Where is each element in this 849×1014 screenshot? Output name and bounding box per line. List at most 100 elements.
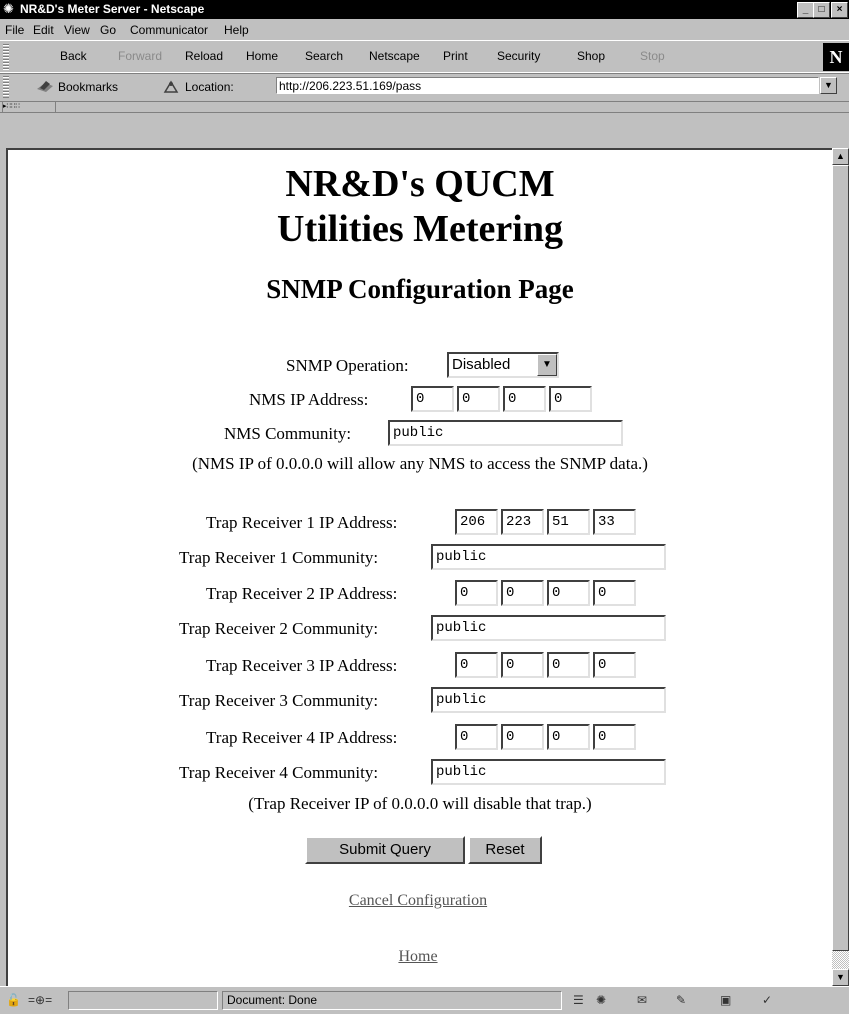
trap1-community-label: Trap Receiver 1 Community: — [179, 548, 379, 567]
trap3-ip-octet-1[interactable] — [455, 652, 498, 678]
trap1-ip-octet-3[interactable] — [547, 509, 590, 535]
trap1-ip-octet-4[interactable] — [593, 509, 636, 535]
composer-icon[interactable]: ▣ — [720, 993, 731, 1007]
minimize-button[interactable]: _ — [797, 2, 814, 18]
trap2-community-field[interactable] — [431, 615, 666, 641]
menu-edit[interactable]: Edit — [33, 23, 54, 37]
trap4-community-label: Trap Receiver 4 Community: — [179, 763, 379, 782]
search-button[interactable]: Search — [305, 49, 343, 63]
close-button[interactable]: × — [831, 2, 848, 18]
stop-button[interactable]: Stop — [640, 49, 665, 63]
trap3-ip-label: Trap Receiver 3 IP Address: — [206, 656, 398, 675]
page-subtitle: SNMP Configuration Page — [266, 274, 574, 304]
discussion-icon[interactable]: ✎ — [676, 993, 686, 1007]
trap2-ip-octet-4[interactable] — [593, 580, 636, 606]
snmp-operation-select[interactable]: Disabled ▼ — [447, 352, 559, 378]
nms-ip-row: NMS IP Address: — [8, 384, 832, 414]
shop-button[interactable]: Shop — [577, 49, 605, 63]
print-button[interactable]: Print — [443, 49, 468, 63]
document-icon[interactable]: ☰ — [573, 993, 584, 1007]
nms-ip-octet-1[interactable] — [411, 386, 454, 412]
trap3-community-field[interactable] — [431, 687, 666, 713]
location-url-field[interactable]: http://206.223.51.169/pass — [276, 77, 819, 94]
forward-button[interactable]: Forward — [118, 49, 162, 63]
snmp-operation-value: Disabled — [452, 356, 511, 373]
cancel-configuration-link[interactable]: Cancel Configuration — [349, 892, 487, 909]
mail-icon[interactable]: ✉ — [637, 993, 647, 1007]
trap-note: (Trap Receiver IP of 0.0.0.0 will disabl… — [248, 794, 592, 813]
security-button[interactable]: Security — [497, 49, 540, 63]
trap2-ip-octet-1[interactable] — [455, 580, 498, 606]
status-text: Document: Done — [222, 991, 562, 1010]
trap1-ip-label: Trap Receiver 1 IP Address: — [206, 513, 398, 532]
trap2-community-row: Trap Receiver 2 Community: — [8, 613, 832, 643]
menu-file[interactable]: File — [5, 23, 24, 37]
trap4-ip-label: Trap Receiver 4 IP Address: — [206, 728, 398, 747]
trap1-ip-octet-1[interactable] — [455, 509, 498, 535]
nms-ip-label: NMS IP Address: — [249, 390, 369, 409]
bookmarks-button[interactable]: Bookmarks — [58, 80, 118, 94]
back-button[interactable]: Back — [60, 49, 87, 63]
trap2-community-label: Trap Receiver 2 Community: — [179, 619, 379, 638]
trap2-ip-octet-3[interactable] — [547, 580, 590, 606]
chevron-down-icon[interactable]: ▼ — [537, 354, 557, 376]
menu-help[interactable]: Help — [224, 23, 249, 37]
trap3-ip-octet-4[interactable] — [593, 652, 636, 678]
location-dropdown-button[interactable]: ▼ — [820, 77, 837, 94]
menu-view[interactable]: View — [64, 23, 90, 37]
title-bar: ✺ NR&D's Meter Server - Netscape _ □ × — [0, 0, 849, 19]
menu-communicator[interactable]: Communicator — [130, 23, 208, 37]
bookmarks-icon[interactable] — [36, 79, 54, 93]
scroll-thumb[interactable] — [832, 165, 849, 951]
submit-query-button[interactable]: Submit Query — [305, 836, 465, 864]
trap3-ip-row: Trap Receiver 3 IP Address: — [8, 650, 832, 680]
location-page-icon[interactable] — [163, 79, 179, 94]
scroll-up-button[interactable]: ▲ — [832, 148, 849, 165]
trap1-ip-row: Trap Receiver 1 IP Address: — [8, 507, 832, 537]
nms-community-row: NMS Community: — [8, 418, 832, 448]
navigation-toolbar: Back Forward Reload Home Search Netscape… — [0, 40, 849, 74]
cancel-configuration-row: Cancel Configuration — [6, 892, 830, 910]
trap4-ip-octet-1[interactable] — [455, 724, 498, 750]
security-lock-icon[interactable]: 🔓 — [6, 993, 21, 1007]
trap1-ip-octet-2[interactable] — [501, 509, 544, 535]
collapsed-toolbar-tab[interactable]: ▸∷∷∷ — [2, 101, 56, 112]
location-grip[interactable] — [3, 76, 9, 98]
nms-ip-octet-3[interactable] — [503, 386, 546, 412]
vertical-scrollbar[interactable]: ▲ ▼ — [832, 148, 849, 986]
trap4-ip-octet-3[interactable] — [547, 724, 590, 750]
page-title-line1: NR&D's QUCM — [285, 163, 555, 205]
netscape-logo-icon[interactable]: N — [823, 43, 849, 71]
maximize-button[interactable]: □ — [813, 2, 830, 18]
netscape-app-icon: ✺ — [3, 1, 14, 16]
nms-ip-octet-2[interactable] — [457, 386, 500, 412]
menu-go[interactable]: Go — [100, 23, 116, 37]
netscape-button[interactable]: Netscape — [369, 49, 420, 63]
navigator-icon[interactable]: ✺ — [596, 993, 606, 1007]
trap3-ip-octet-3[interactable] — [547, 652, 590, 678]
trap2-ip-octet-2[interactable] — [501, 580, 544, 606]
nms-ip-octet-4[interactable] — [549, 386, 592, 412]
snmp-operation-label: SNMP Operation: — [286, 356, 409, 375]
reset-button[interactable]: Reset — [468, 836, 542, 864]
trap4-community-field[interactable] — [431, 759, 666, 785]
progress-bar — [68, 991, 218, 1010]
toolbar-grip[interactable] — [3, 44, 9, 70]
trap3-community-label: Trap Receiver 3 Community: — [179, 691, 379, 710]
reload-button[interactable]: Reload — [185, 49, 223, 63]
connection-status-icon: =⊕= — [28, 993, 53, 1007]
nms-community-field[interactable] — [388, 420, 623, 446]
location-bar: Bookmarks Location: http://206.223.51.16… — [0, 72, 849, 102]
page-title-line2: Utilities Metering — [277, 208, 563, 250]
home-button[interactable]: Home — [246, 49, 278, 63]
home-link[interactable]: Home — [398, 948, 437, 965]
status-bar: 🔓 =⊕= Document: Done ☰ ✺ ✉ ✎ ▣ ✓ — [0, 986, 849, 1014]
edit-icon[interactable]: ✓ — [762, 993, 772, 1007]
trap3-ip-octet-2[interactable] — [501, 652, 544, 678]
trap2-ip-row: Trap Receiver 2 IP Address: — [8, 578, 832, 608]
trap4-ip-octet-2[interactable] — [501, 724, 544, 750]
location-label: Location: — [185, 80, 234, 94]
trap4-ip-octet-4[interactable] — [593, 724, 636, 750]
trap1-community-field[interactable] — [431, 544, 666, 570]
scroll-down-button[interactable]: ▼ — [832, 969, 849, 986]
